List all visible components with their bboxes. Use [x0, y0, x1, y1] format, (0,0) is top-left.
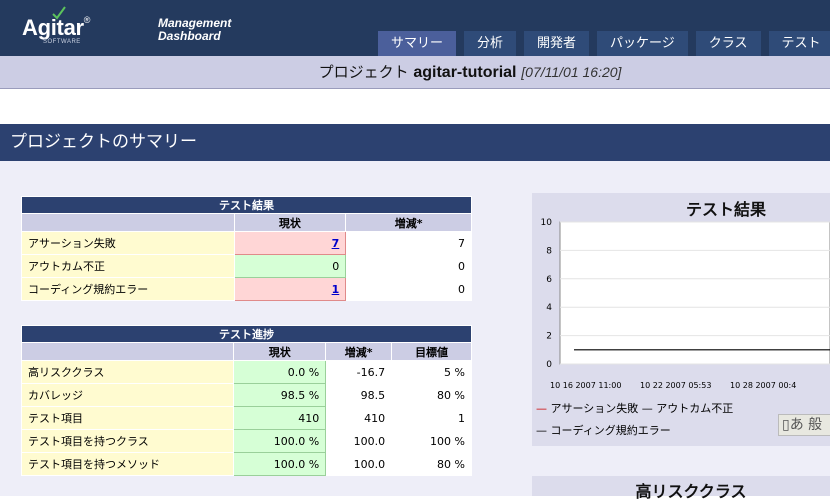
table-row: コーディング規約エラー 1 0 [21, 277, 472, 301]
high-risk-chart-panel: 高リスククラス [532, 476, 830, 501]
row-label: テスト項目を持つクラス [20, 429, 235, 453]
current-value-link[interactable]: 7 [332, 237, 340, 250]
row-label: 高リスククラス [20, 360, 235, 384]
current-value: 100.0 % [233, 429, 327, 453]
legend-swatch-assertion: — [536, 402, 547, 415]
table-row: アウトカム不正 0 0 [21, 254, 472, 278]
table-row: テスト項目を持つクラス 100.0 % 100.0 100 % [20, 429, 472, 453]
target-value: 5 % [391, 360, 472, 384]
legend-coding-error: コーディング規約エラー [550, 424, 671, 437]
delta-value: 7 [345, 231, 472, 255]
legend-options-button[interactable]: ▯あ 般 [778, 414, 830, 436]
target-value: 1 [391, 406, 472, 430]
header-blank [21, 213, 235, 232]
logo-subtitle: SOFTWARE [43, 39, 81, 45]
tab-developers[interactable]: 開発者 [524, 31, 590, 56]
logo-text: Agitar [22, 15, 84, 40]
y-tick-label: 8 [546, 246, 552, 256]
delta-value: 410 [325, 406, 393, 430]
high-risk-chart-title: 高リスククラス [635, 482, 747, 501]
plot-area [559, 221, 830, 365]
logo-registered: ® [83, 15, 91, 25]
tab-analysis[interactable]: 分析 [464, 31, 517, 56]
current-value-cell: 7 [233, 231, 347, 255]
current-value: 98.5 % [233, 383, 327, 407]
current-value: 0.0 % [233, 360, 327, 384]
delta-value: 0 [345, 277, 472, 301]
header-current: 現状 [233, 213, 347, 232]
y-tick-label: 2 [546, 332, 552, 342]
header-delta: 増減* [325, 342, 393, 361]
dashboard-title-line2: Dashboard [158, 29, 221, 43]
legend-button-label: あ 般 [789, 417, 823, 433]
tab-tests[interactable]: テスト [768, 31, 830, 56]
legend-outcome-invalid: アウトカム不正 [656, 402, 734, 415]
table-row: テスト項目を持つメソッド 100.0 % 100.0 80 % [20, 452, 472, 476]
table-row: アサーション失敗 7 7 [21, 231, 472, 255]
target-value: 80 % [391, 383, 472, 407]
summary-panel-title: プロジェクトのサマリー [0, 124, 830, 161]
table-row: テスト項目 410 410 1 [20, 406, 472, 430]
x-tick-label: 10 22 2007 05:53 [640, 381, 711, 390]
legend-assertion-failure: アサーション失敗 [550, 402, 639, 415]
tab-packages[interactable]: パッケージ [597, 31, 688, 56]
test-progress-title: テスト進捗 [21, 325, 472, 343]
header-blank [20, 342, 235, 361]
y-tick-label: 4 [546, 303, 552, 313]
current-value: 410 [233, 406, 327, 430]
project-name: agitar-tutorial [413, 64, 517, 81]
delta-value: 100.0 [325, 452, 393, 476]
row-label: カバレッジ [20, 383, 235, 407]
row-label: テスト項目を持つメソッド [20, 452, 235, 476]
x-tick-label: 10 28 2007 00:4 [730, 381, 796, 390]
main-tabs: サマリー 分析 開発者 パッケージ クラス テスト [378, 31, 830, 56]
header-current: 現状 [233, 342, 327, 361]
tab-summary[interactable]: サマリー [378, 31, 457, 56]
y-tick-label: 6 [546, 275, 552, 285]
delta-value: 0 [345, 254, 472, 278]
row-label: アウトカム不正 [21, 254, 235, 278]
current-value: 100.0 % [233, 452, 327, 476]
legend-swatch-outcome: — [641, 402, 653, 415]
x-tick-label: 10 16 2007 11:00 [550, 381, 621, 390]
project-date: [07/11/01 16:20] [521, 64, 622, 80]
current-value: 0 [233, 254, 347, 278]
delta-value: 98.5 [325, 383, 393, 407]
tab-classes[interactable]: クラス [695, 31, 761, 56]
y-tick-label: 10 [541, 218, 553, 228]
top-nav-bar: Agitar® SOFTWARE Management Dashboard サマ… [0, 0, 830, 56]
target-value: 100 % [391, 429, 472, 453]
current-value-cell: 1 [233, 277, 347, 301]
legend-swatch-coding: — [536, 424, 547, 437]
dashboard-title: Management Dashboard [158, 17, 231, 43]
target-value: 80 % [391, 452, 472, 476]
row-label: テスト項目 [20, 406, 235, 430]
y-tick-label: 0 [546, 360, 552, 370]
delta-value: 100.0 [325, 429, 393, 453]
test-results-table: テスト結果 現状 増減* アサーション失敗 7 7 アウトカム不正 0 0 コー… [21, 196, 472, 301]
header-delta: 増減* [345, 213, 472, 232]
current-value-link[interactable]: 1 [332, 283, 340, 296]
project-prefix: プロジェクト [318, 63, 409, 81]
table-row: カバレッジ 98.5 % 98.5 80 % [20, 383, 472, 407]
header-target: 目標値 [391, 342, 472, 361]
delta-value: -16.7 [325, 360, 393, 384]
test-results-title: テスト結果 [21, 196, 472, 214]
row-label: コーディング規約エラー [21, 277, 235, 301]
test-progress-table: テスト進捗 現状 増減* 目標値 高リスククラス 0.0 % -16.7 5 %… [20, 325, 472, 476]
project-bar: プロジェクト agitar-tutorial [07/11/01 16:20] [0, 56, 830, 89]
row-label: アサーション失敗 [21, 231, 235, 255]
agitar-logo[interactable]: Agitar® [22, 15, 90, 41]
table-row: 高リスククラス 0.0 % -16.7 5 % [20, 360, 472, 384]
test-results-chart: 0 2 4 6 8 10 10 16 2007 11:00 10 22 2007 05:53 1… [541, 218, 830, 390]
book-icon: ▯ [782, 417, 790, 433]
